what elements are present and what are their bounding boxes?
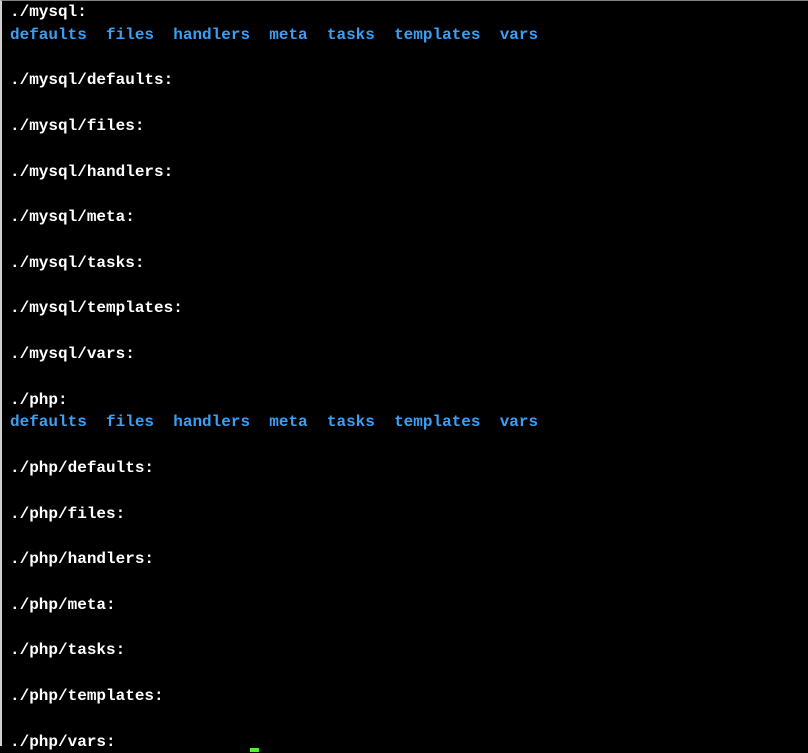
dir-name: handlers [173, 26, 250, 44]
dir-name: handlers [173, 413, 250, 431]
terminal-output[interactable]: ./mysql: defaults files handlers meta ta… [2, 1, 808, 753]
dir-name: meta [269, 26, 307, 44]
path-line: ./php/handlers: [10, 550, 154, 568]
dir-name: templates [394, 26, 480, 44]
dir-name: tasks [327, 413, 375, 431]
path-line: ./php: [10, 391, 68, 409]
path-line: ./mysql/templates: [10, 299, 183, 317]
dir-name: defaults [10, 26, 87, 44]
path-line: ./php/defaults: [10, 459, 154, 477]
dir-name: templates [394, 413, 480, 431]
path-line: ./php/tasks: [10, 641, 125, 659]
path-line: ./mysql/handlers: [10, 163, 173, 181]
dir-name: tasks [327, 26, 375, 44]
path-line: ./mysql/files: [10, 117, 144, 135]
path-line: ./php/files: [10, 505, 125, 523]
dir-name: defaults [10, 413, 87, 431]
dir-name: files [106, 26, 154, 44]
dir-name: vars [500, 413, 538, 431]
path-line: ./mysql/vars: [10, 345, 135, 363]
path-line: ./php/templates: [10, 687, 164, 705]
path-line: ./mysql/defaults: [10, 71, 173, 89]
dir-name: files [106, 413, 154, 431]
dir-name: vars [500, 26, 538, 44]
path-line: ./php/vars: [10, 733, 116, 751]
path-line: ./php/meta: [10, 596, 116, 614]
path-line: ./mysql/meta: [10, 208, 135, 226]
path-line: ./mysql/tasks: [10, 254, 144, 272]
partial-line: ./mysql: [10, 3, 87, 21]
cursor [250, 748, 259, 752]
dir-name: meta [269, 413, 307, 431]
